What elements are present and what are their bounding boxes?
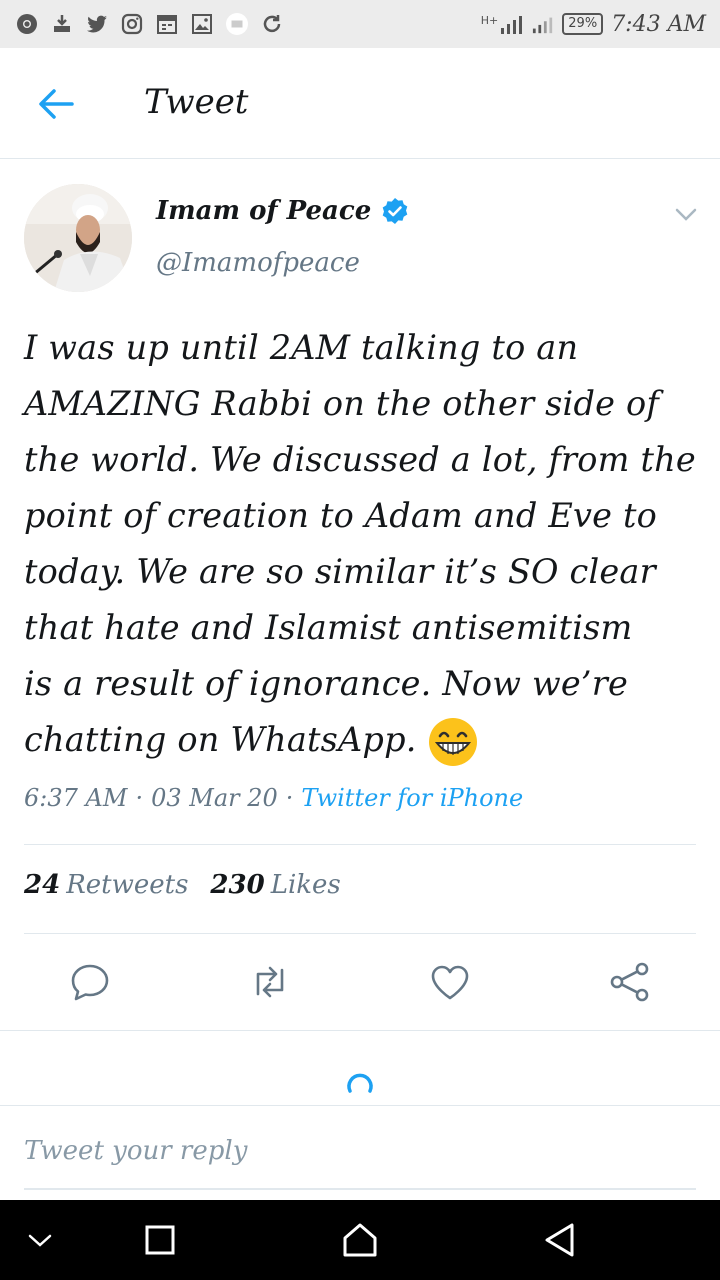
- replies-loading-area: [0, 1030, 720, 1106]
- likes-count: 230: [210, 870, 265, 900]
- twitter-icon: [84, 11, 110, 37]
- author-name-text: Imam of Peace: [156, 196, 372, 226]
- divider: [24, 933, 696, 934]
- reply-button[interactable]: [68, 960, 112, 1004]
- reply-icon: [71, 964, 109, 1001]
- back-button[interactable]: [36, 86, 76, 122]
- nav-collapse-button[interactable]: [20, 1220, 60, 1260]
- page-title: Tweet: [144, 82, 249, 122]
- avatar[interactable]: [24, 184, 132, 292]
- tweet-date: 03 Mar 20: [151, 784, 278, 812]
- meta-separator: ·: [285, 784, 294, 812]
- triangle-back-icon: [545, 1223, 574, 1257]
- retweet-icon: [256, 966, 284, 998]
- retweets-count: 24: [24, 870, 61, 900]
- tweet-time: 6:37 AM: [24, 784, 128, 812]
- tweet-source-link[interactable]: Twitter for iPhone: [301, 784, 523, 812]
- mail-icon: [224, 11, 250, 37]
- grinning-face-emoji-icon: [428, 718, 477, 766]
- tweet-options-button[interactable]: [672, 200, 700, 228]
- back-nav-button[interactable]: [540, 1220, 580, 1260]
- instagram-icon: [119, 11, 145, 37]
- reply-input[interactable]: Tweet your reply: [24, 1136, 247, 1166]
- tweet-stats: 24 Retweets 230 Likes: [24, 870, 341, 900]
- retweets-label: Retweets: [66, 870, 189, 900]
- share-button[interactable]: [608, 960, 652, 1004]
- like-button[interactable]: [428, 960, 472, 1004]
- gallery-icon: [189, 11, 215, 37]
- chevron-down-icon: [28, 1234, 52, 1247]
- author-name[interactable]: Imam of Peace: [156, 196, 409, 226]
- divider: [24, 844, 696, 845]
- sync-icon: [259, 11, 285, 37]
- share-icon: [610, 962, 649, 1002]
- heart-icon: [431, 965, 469, 1000]
- verified-badge-icon: [382, 198, 408, 224]
- chrome-icon: [14, 11, 40, 37]
- home-icon: [343, 1223, 377, 1257]
- retweet-button[interactable]: [248, 960, 292, 1004]
- signal-icon: H+: [481, 14, 555, 34]
- tweet-body: I was up until 2AM talking to an AMAZING…: [24, 328, 696, 759]
- square-icon: [145, 1225, 175, 1255]
- home-button[interactable]: [340, 1220, 380, 1260]
- avatar-image: [24, 184, 132, 292]
- recents-button[interactable]: [140, 1220, 180, 1260]
- retweets-stat[interactable]: 24 Retweets: [24, 870, 188, 900]
- battery-indicator: 29%: [562, 13, 604, 35]
- loading-spinner-icon: [347, 1073, 373, 1093]
- reply-input-underline: [24, 1188, 696, 1190]
- notification-icons: [14, 11, 285, 37]
- network-type: H+: [480, 14, 499, 27]
- author-handle[interactable]: @Imamofpeace: [156, 248, 360, 278]
- tweet-actions: [0, 958, 720, 1008]
- download-icon: [49, 11, 75, 37]
- status-bar: H+ 29% 7:43 AM: [0, 0, 720, 48]
- system-status: H+ 29% 7:43 AM: [481, 12, 706, 37]
- back-arrow-icon: [39, 89, 74, 119]
- clock: 7:43 AM: [611, 11, 706, 37]
- chevron-down-icon: [675, 208, 697, 221]
- likes-stat[interactable]: 230 Likes: [210, 870, 340, 900]
- app-header: Tweet: [0, 48, 720, 159]
- tweet-text: I was up until 2AM talking to an AMAZING…: [24, 320, 704, 768]
- likes-label: Likes: [270, 870, 341, 900]
- system-nav-bar: [0, 1200, 720, 1280]
- calendar-icon: [154, 11, 180, 37]
- tweet-meta: 6:37 AM · 03 Mar 20 · Twitter for iPhone: [24, 784, 523, 812]
- meta-separator: ·: [135, 784, 144, 812]
